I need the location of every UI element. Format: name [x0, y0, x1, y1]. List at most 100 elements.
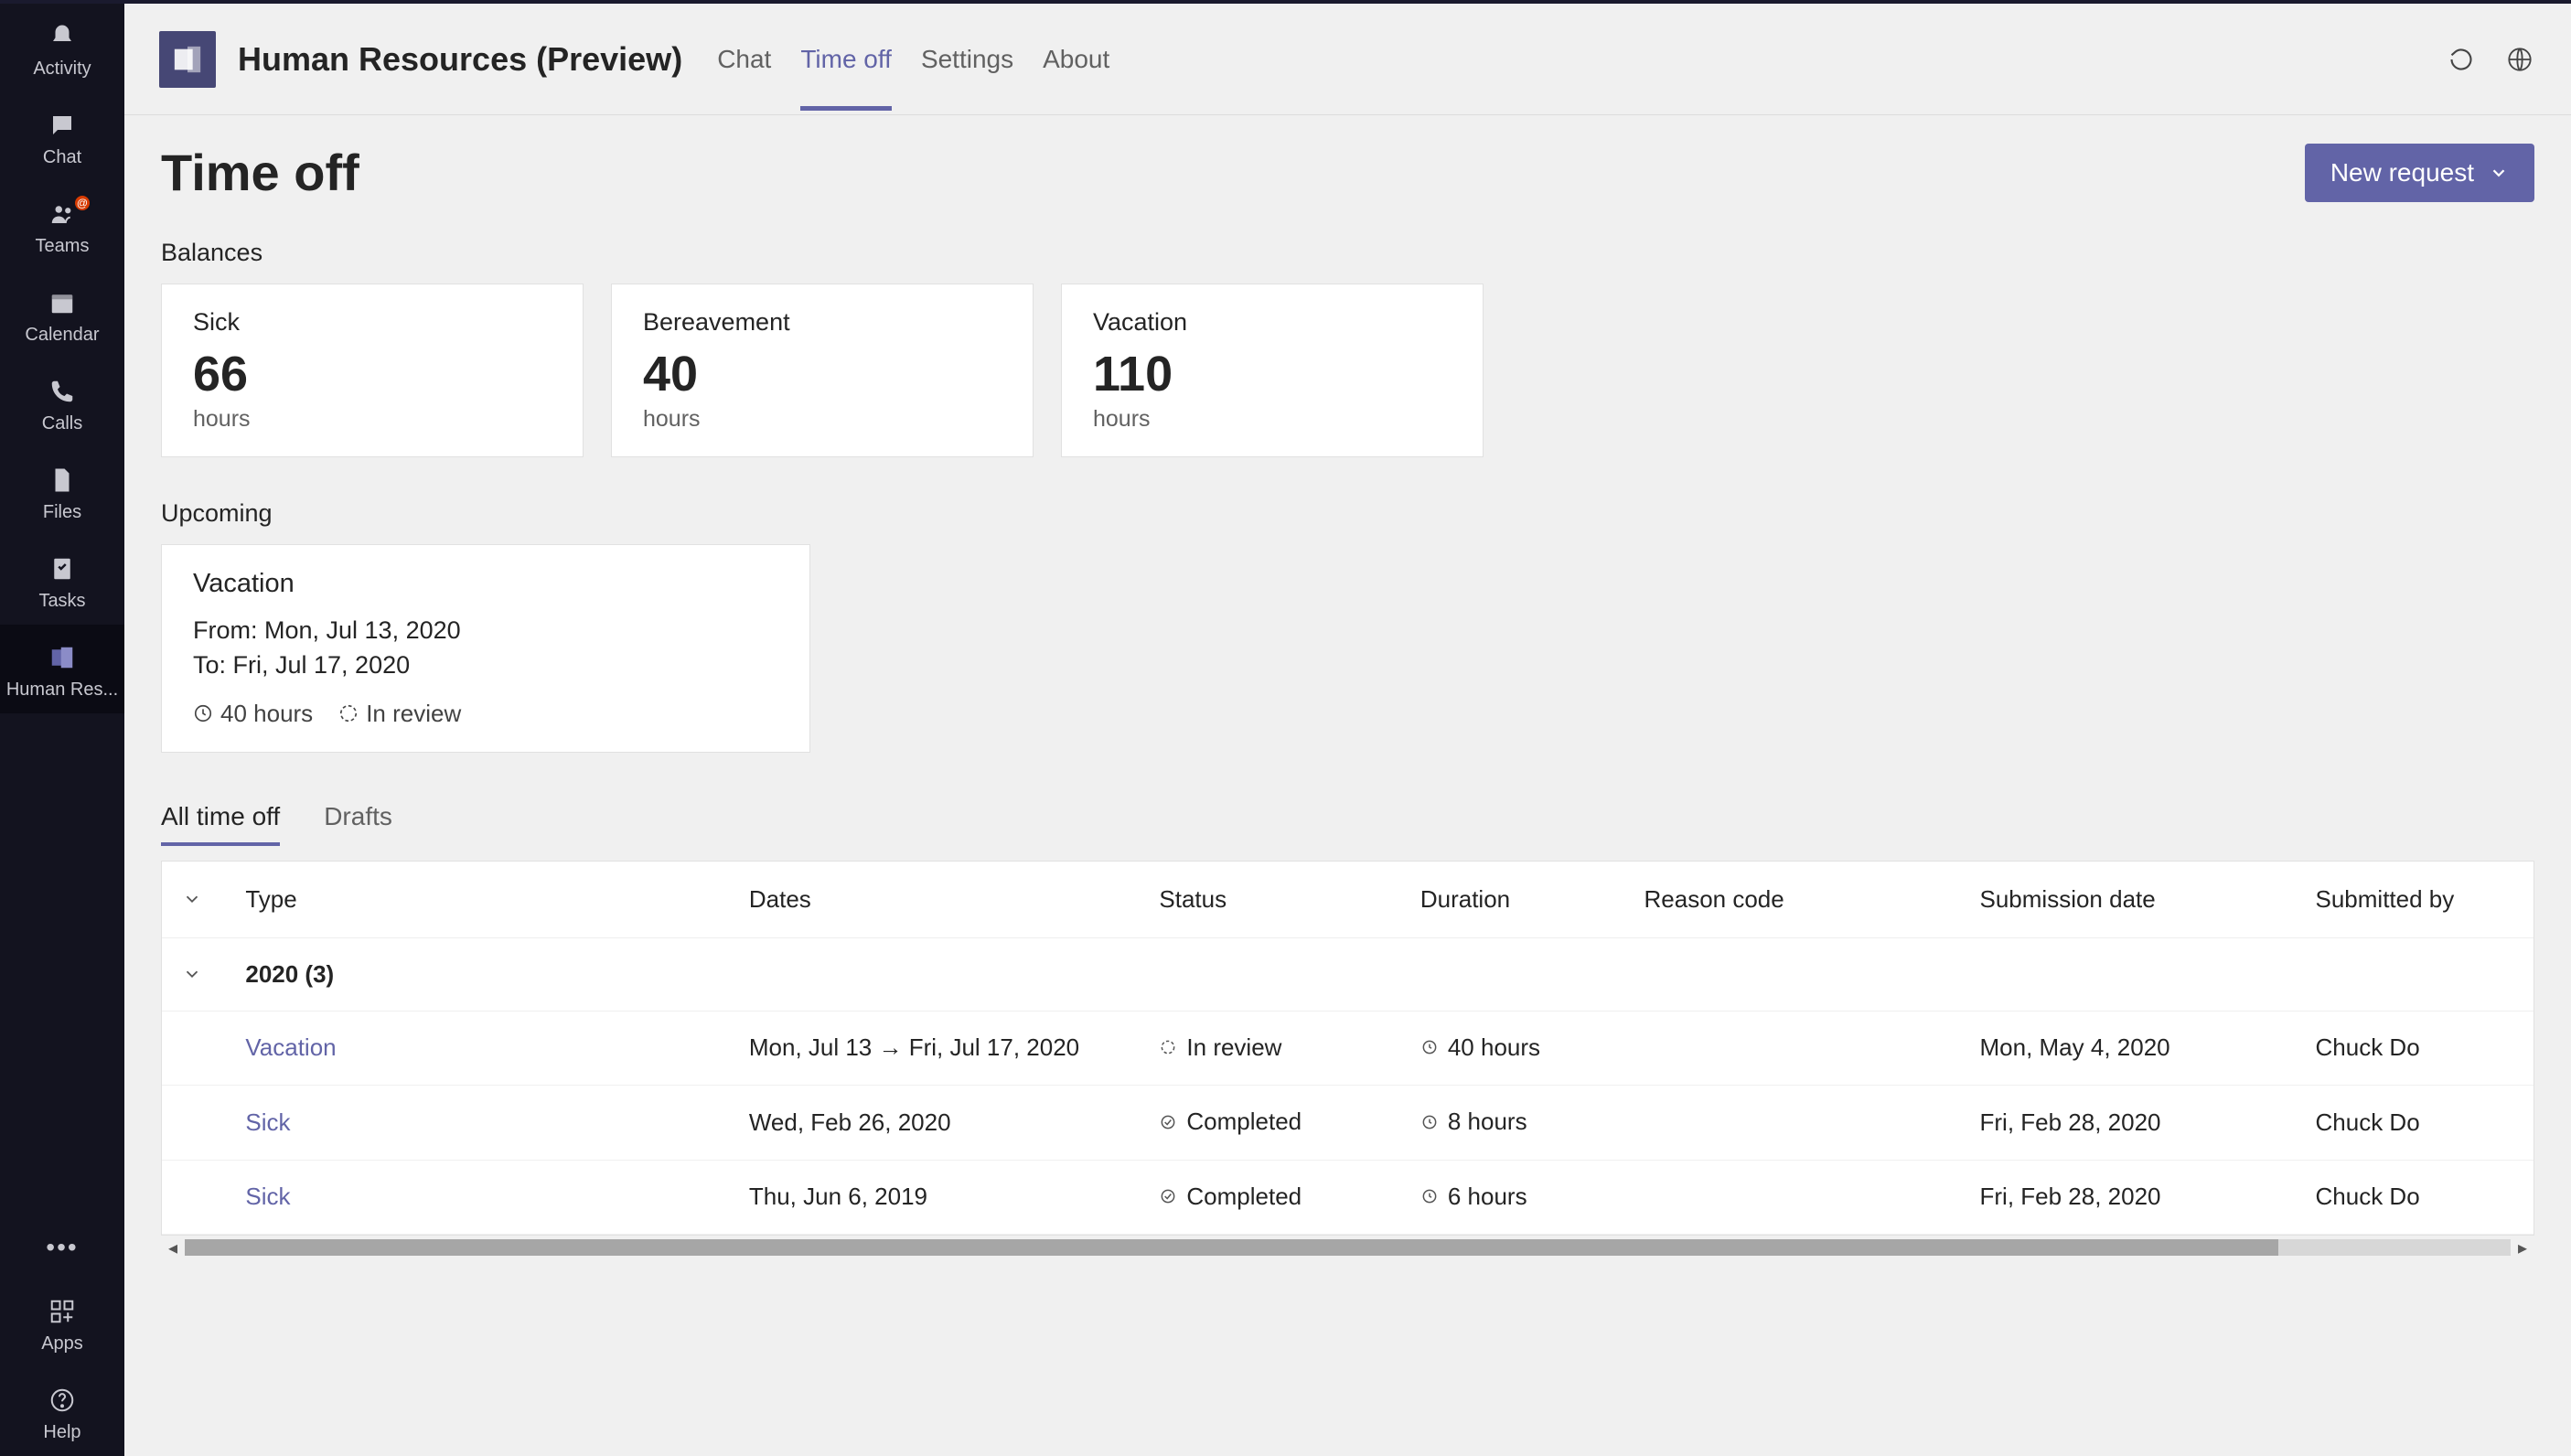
upcoming-type: Vacation	[193, 569, 778, 599]
balance-type: Vacation	[1093, 308, 1452, 337]
review-icon	[338, 703, 359, 723]
row-type[interactable]: Sick	[245, 1108, 290, 1136]
hr-icon	[46, 641, 79, 674]
app-icon	[159, 31, 216, 88]
balance-card-vacation[interactable]: Vacation 110 hours	[1061, 284, 1484, 457]
row-submitted-by: Chuck Do	[2298, 1160, 2535, 1235]
subtab-drafts[interactable]: Drafts	[324, 793, 392, 846]
col-reason-code[interactable]: Reason code	[1626, 862, 1962, 938]
horizontal-scrollbar[interactable]: ◂ ▸	[161, 1236, 2534, 1259]
upcoming-to: To: Fri, Jul 17, 2020	[193, 648, 778, 683]
chevron-down-icon	[2489, 163, 2509, 183]
row-dates: Mon, Jul 13 → Fri, Jul 17, 2020	[731, 1011, 1141, 1086]
tab-time-off[interactable]: Time off	[800, 8, 892, 111]
page-title: Time off	[161, 143, 359, 202]
rail-label: Help	[43, 1422, 80, 1443]
files-icon	[46, 464, 79, 497]
upcoming-duration: 40 hours	[193, 700, 313, 728]
apps-icon	[46, 1295, 79, 1328]
row-duration: 8 hours	[1420, 1108, 1527, 1136]
refresh-icon[interactable]	[2447, 45, 2476, 74]
row-type[interactable]: Vacation	[245, 1033, 336, 1061]
upcoming-card[interactable]: Vacation From: Mon, Jul 13, 2020 To: Fri…	[161, 544, 810, 753]
row-submitted-by: Chuck Do	[2298, 1086, 2535, 1161]
tab-chat[interactable]: Chat	[717, 8, 771, 111]
row-submission-date: Fri, Feb 28, 2020	[1962, 1160, 2298, 1235]
new-request-button[interactable]: New request	[2305, 144, 2534, 202]
completed-icon	[1159, 1187, 1177, 1205]
review-icon	[1159, 1038, 1177, 1056]
clock-icon	[1420, 1113, 1439, 1131]
left-nav-rail: Activity Chat @ Teams Calendar Calls Fil…	[0, 4, 124, 1456]
timeoff-table: TypeDatesStatusDurationReason codeSubmis…	[161, 861, 2534, 1237]
rail-label: Activity	[33, 59, 91, 80]
table-row[interactable]: Vacation Mon, Jul 13 → Fri, Jul 17, 2020…	[162, 1011, 2534, 1086]
row-submission-date: Fri, Feb 28, 2020	[1962, 1086, 2298, 1161]
balances-heading: Balances	[161, 239, 2534, 267]
table-row[interactable]: Sick Wed, Feb 26, 2020 Completed 8 hours…	[162, 1086, 2534, 1161]
upcoming-heading: Upcoming	[161, 499, 2534, 528]
calendar-icon	[46, 286, 79, 319]
tasks-icon	[46, 552, 79, 585]
balance-value: 110	[1093, 346, 1452, 402]
rail-label: Calendar	[25, 325, 99, 346]
rail-item-activity[interactable]: Activity	[0, 4, 124, 92]
tab-about[interactable]: About	[1043, 8, 1109, 111]
rail-item-apps[interactable]: Apps	[0, 1279, 124, 1367]
rail-label: Tasks	[38, 591, 85, 612]
col-submission-date[interactable]: Submission date	[1962, 862, 2298, 938]
upcoming-status: In review	[338, 700, 461, 728]
rail-more[interactable]: •••	[0, 1216, 124, 1279]
app-header: Human Resources (Preview) ChatTime offSe…	[124, 4, 2571, 115]
col-submitted-by[interactable]: Submitted by	[2298, 862, 2535, 938]
tab-settings[interactable]: Settings	[921, 8, 1013, 111]
rail-item-help[interactable]: Help	[0, 1367, 124, 1456]
balance-card-bereavement[interactable]: Bereavement 40 hours	[611, 284, 1034, 457]
row-dates: Wed, Feb 26, 2020	[731, 1086, 1141, 1161]
balance-value: 40	[643, 346, 1002, 402]
col-status[interactable]: Status	[1141, 862, 1401, 938]
rail-item-teams[interactable]: @ Teams	[0, 181, 124, 270]
completed-icon	[1159, 1113, 1177, 1131]
row-reason	[1626, 1160, 1962, 1235]
chevron-down-icon	[182, 964, 202, 984]
balance-card-sick[interactable]: Sick 66 hours	[161, 284, 584, 457]
row-reason	[1626, 1086, 1962, 1161]
col-type[interactable]: Type	[227, 862, 731, 938]
rail-item-files[interactable]: Files	[0, 447, 124, 536]
rail-label: Calls	[42, 413, 82, 434]
row-submitted-by: Chuck Do	[2298, 1011, 2535, 1086]
calls-icon	[46, 375, 79, 408]
row-type[interactable]: Sick	[245, 1183, 290, 1210]
rail-item-chat[interactable]: Chat	[0, 92, 124, 181]
badge: @	[73, 194, 91, 212]
row-duration: 6 hours	[1420, 1183, 1527, 1211]
rail-label: Chat	[43, 147, 81, 168]
row-status: In review	[1159, 1033, 1281, 1062]
rail-item-tasks[interactable]: Tasks	[0, 536, 124, 625]
clock-icon	[193, 703, 213, 723]
chevron-down-icon[interactable]	[182, 889, 202, 909]
clock-icon	[1420, 1038, 1439, 1056]
clock-icon	[1420, 1187, 1439, 1205]
globe-icon[interactable]	[2505, 45, 2534, 74]
row-submission-date: Mon, May 4, 2020	[1962, 1011, 2298, 1086]
col-dates[interactable]: Dates	[731, 862, 1141, 938]
subtab-all-time-off[interactable]: All time off	[161, 793, 280, 846]
row-duration: 40 hours	[1420, 1033, 1540, 1062]
balance-value: 66	[193, 346, 552, 402]
rail-item-calls[interactable]: Calls	[0, 359, 124, 447]
rail-item-human-res-[interactable]: Human Res...	[0, 625, 124, 713]
rail-label: Apps	[41, 1333, 83, 1354]
help-icon	[46, 1384, 79, 1417]
row-reason	[1626, 1011, 1962, 1086]
rail-item-calendar[interactable]: Calendar	[0, 270, 124, 359]
col-duration[interactable]: Duration	[1402, 862, 1626, 938]
table-row[interactable]: Sick Thu, Jun 6, 2019 Completed 6 hours …	[162, 1160, 2534, 1235]
rail-label: Teams	[36, 236, 90, 257]
balance-type: Bereavement	[643, 308, 1002, 337]
chat-icon	[46, 109, 79, 142]
row-dates: Thu, Jun 6, 2019	[731, 1160, 1141, 1235]
group-row[interactable]: 2020 (3)	[162, 937, 2534, 1011]
rail-label: Files	[43, 502, 81, 523]
